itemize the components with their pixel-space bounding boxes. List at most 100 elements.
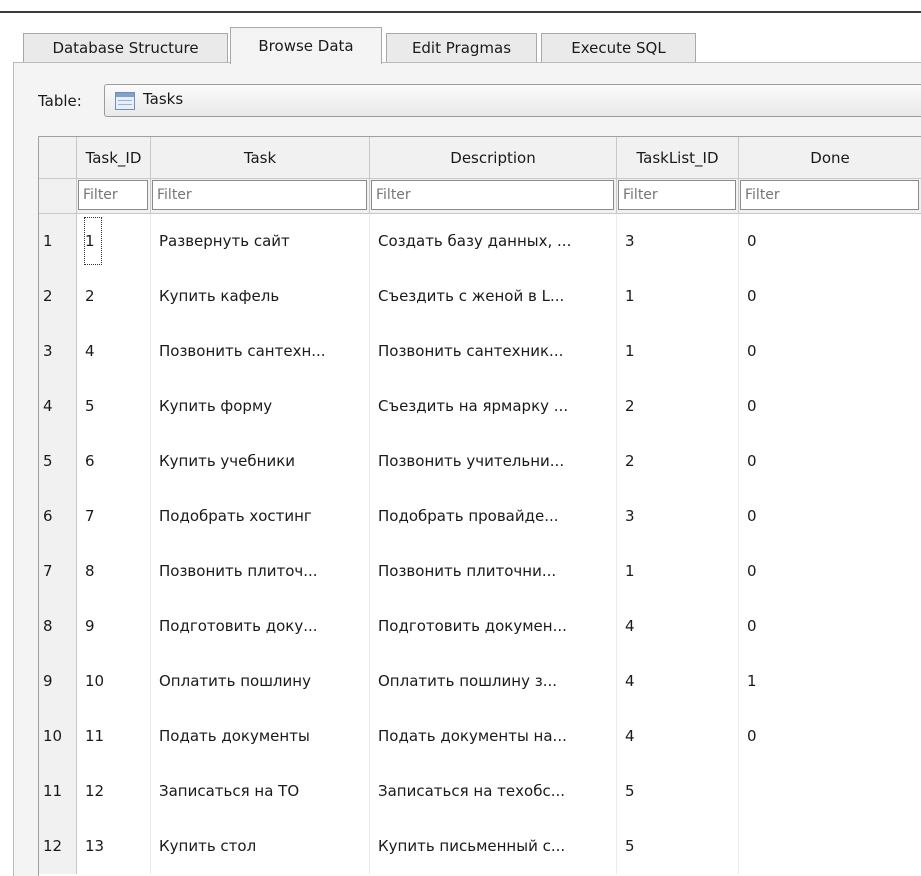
cell-description[interactable]: Создать базу данных, ... <box>370 214 617 269</box>
column-header-label: Task <box>243 149 277 167</box>
cell-task[interactable]: Подать документы <box>151 709 370 764</box>
cell-task[interactable]: Подготовить доку... <box>151 599 370 654</box>
cell-done[interactable]: 0 <box>739 489 921 544</box>
cell-done[interactable] <box>739 819 921 874</box>
table-select[interactable]: Tasks <box>104 84 921 117</box>
cell-tasklist-id[interactable]: 5 <box>617 764 739 819</box>
cell-done[interactable] <box>739 764 921 819</box>
cell-done[interactable]: 0 <box>739 324 921 379</box>
cell-done[interactable]: 0 <box>739 434 921 489</box>
filter-input-done[interactable] <box>740 180 919 210</box>
cell-tasklist-id[interactable]: 1 <box>617 324 739 379</box>
cell-done[interactable]: 0 <box>739 544 921 599</box>
column-header-done[interactable]: Done <box>739 137 921 179</box>
row-number[interactable]: 5 <box>39 434 77 489</box>
cell-task[interactable]: Купить стол <box>151 819 370 874</box>
cell-description[interactable]: Купить письменный с... <box>370 819 617 874</box>
cell-tasklist-id[interactable]: 2 <box>617 379 739 434</box>
table-row[interactable]: 11 12 Записаться на ТО Записаться на техобс… <box>39 764 921 819</box>
table-row[interactable]: 10 11 Подать документы Подать документы на.… <box>39 709 921 764</box>
cell-tasklist-id[interactable]: 4 <box>617 709 739 764</box>
table-row[interactable]: 2 2 Купить кафель Съездить с женой в L... 1 0 <box>39 269 921 324</box>
cell-task[interactable]: Позвонить сантехн... <box>151 324 370 379</box>
table-row[interactable]: 8 9 Подготовить доку... Подготовить докумен… <box>39 599 921 654</box>
table-row[interactable]: 3 4 Позвонить сантехн... Позвонить сантехни… <box>39 324 921 379</box>
tab-execute-sql[interactable]: Execute SQL <box>541 33 696 62</box>
filter-input-task-id[interactable] <box>78 180 148 210</box>
row-number[interactable]: 11 <box>39 764 77 819</box>
cell-task[interactable]: Развернуть сайт <box>151 214 370 269</box>
filter-input-task[interactable] <box>152 180 367 210</box>
cell-task-id[interactable]: 1 <box>77 214 151 269</box>
cell-task-id[interactable]: 12 <box>77 764 151 819</box>
cell-tasklist-id[interactable]: 3 <box>617 489 739 544</box>
filter-input-tasklist-id[interactable] <box>618 180 736 210</box>
column-header-description[interactable]: Description <box>370 137 617 179</box>
row-number[interactable]: 10 <box>39 709 77 764</box>
row-number[interactable]: 6 <box>39 489 77 544</box>
row-number[interactable]: 7 <box>39 544 77 599</box>
cell-tasklist-id[interactable]: 5 <box>617 819 739 874</box>
cell-description[interactable]: Съездить с женой в L... <box>370 269 617 324</box>
cell-tasklist-id[interactable]: 1 <box>617 269 739 324</box>
cell-description[interactable]: Подготовить докумен... <box>370 599 617 654</box>
cell-description[interactable]: Позвонить сантехник... <box>370 324 617 379</box>
cell-task[interactable]: Записаться на ТО <box>151 764 370 819</box>
table-row[interactable]: 9 10 Оплатить пошлину Оплатить пошлину з...… <box>39 654 921 709</box>
table-row[interactable]: 1 1 Развернуть сайт Создать базу данных, ..… <box>39 214 921 269</box>
row-number[interactable]: 9 <box>39 654 77 709</box>
cell-task-id[interactable]: 7 <box>77 489 151 544</box>
cell-task-id[interactable]: 6 <box>77 434 151 489</box>
cell-task[interactable]: Купить учебники <box>151 434 370 489</box>
cell-task-id[interactable]: 13 <box>77 819 151 874</box>
cell-task-id[interactable]: 11 <box>77 709 151 764</box>
cell-task-id[interactable]: 10 <box>77 654 151 709</box>
cell-done[interactable]: 0 <box>739 379 921 434</box>
cell-task[interactable]: Позвонить плиточ... <box>151 544 370 599</box>
column-header-tasklist-id[interactable]: TaskList_ID <box>617 137 739 179</box>
row-number[interactable]: 2 <box>39 269 77 324</box>
column-header-task[interactable]: Task <box>151 137 370 179</box>
table-row[interactable]: 7 8 Позвонить плиточ... Позвонить плиточни.… <box>39 544 921 599</box>
cell-done[interactable]: 0 <box>739 214 921 269</box>
tab-browse-data[interactable]: Browse Data <box>230 27 382 64</box>
row-number[interactable]: 1 <box>39 214 77 269</box>
cell-task-id[interactable]: 2 <box>77 269 151 324</box>
row-number[interactable]: 4 <box>39 379 77 434</box>
cell-done[interactable]: 1 <box>739 654 921 709</box>
cell-description[interactable]: Подать документы на... <box>370 709 617 764</box>
tab-edit-pragmas[interactable]: Edit Pragmas <box>386 33 537 62</box>
row-number[interactable]: 12 <box>39 819 77 874</box>
cell-task[interactable]: Подобрать хостинг <box>151 489 370 544</box>
cell-description[interactable]: Оплатить пошлину з... <box>370 654 617 709</box>
cell-tasklist-id[interactable]: 4 <box>617 654 739 709</box>
cell-description[interactable]: Подобрать провайде... <box>370 489 617 544</box>
cell-task[interactable]: Оплатить пошлину <box>151 654 370 709</box>
cell-task-id[interactable]: 8 <box>77 544 151 599</box>
cell-task-id[interactable]: 5 <box>77 379 151 434</box>
cell-task-id[interactable]: 9 <box>77 599 151 654</box>
cell-done[interactable]: 0 <box>739 269 921 324</box>
column-header-task-id[interactable]: Task_ID <box>77 137 151 179</box>
cell-description[interactable]: Съездить на ярмарку ... <box>370 379 617 434</box>
cell-tasklist-id[interactable]: 1 <box>617 544 739 599</box>
cell-tasklist-id[interactable]: 3 <box>617 214 739 269</box>
table-row[interactable]: 4 5 Купить форму Съездить на ярмарку ... 2 0 <box>39 379 921 434</box>
cell-description[interactable]: Позвонить учительни... <box>370 434 617 489</box>
cell-done[interactable]: 0 <box>739 599 921 654</box>
cell-tasklist-id[interactable]: 4 <box>617 599 739 654</box>
row-number[interactable]: 3 <box>39 324 77 379</box>
filter-input-description[interactable] <box>371 180 614 210</box>
cell-tasklist-id[interactable]: 2 <box>617 434 739 489</box>
cell-task-id[interactable]: 4 <box>77 324 151 379</box>
row-number[interactable]: 8 <box>39 599 77 654</box>
cell-task[interactable]: Купить кафель <box>151 269 370 324</box>
table-row[interactable]: 12 13 Купить стол Купить письменный с... 5 <box>39 819 921 874</box>
cell-description[interactable]: Позвонить плиточни... <box>370 544 617 599</box>
table-row[interactable]: 6 7 Подобрать хостинг Подобрать провайде...… <box>39 489 921 544</box>
cell-description[interactable]: Записаться на техобс... <box>370 764 617 819</box>
cell-done[interactable]: 0 <box>739 709 921 764</box>
table-row[interactable]: 5 6 Купить учебники Позвонить учительни... 2… <box>39 434 921 489</box>
tab-database-structure[interactable]: Database Structure <box>23 33 228 62</box>
cell-task[interactable]: Купить форму <box>151 379 370 434</box>
